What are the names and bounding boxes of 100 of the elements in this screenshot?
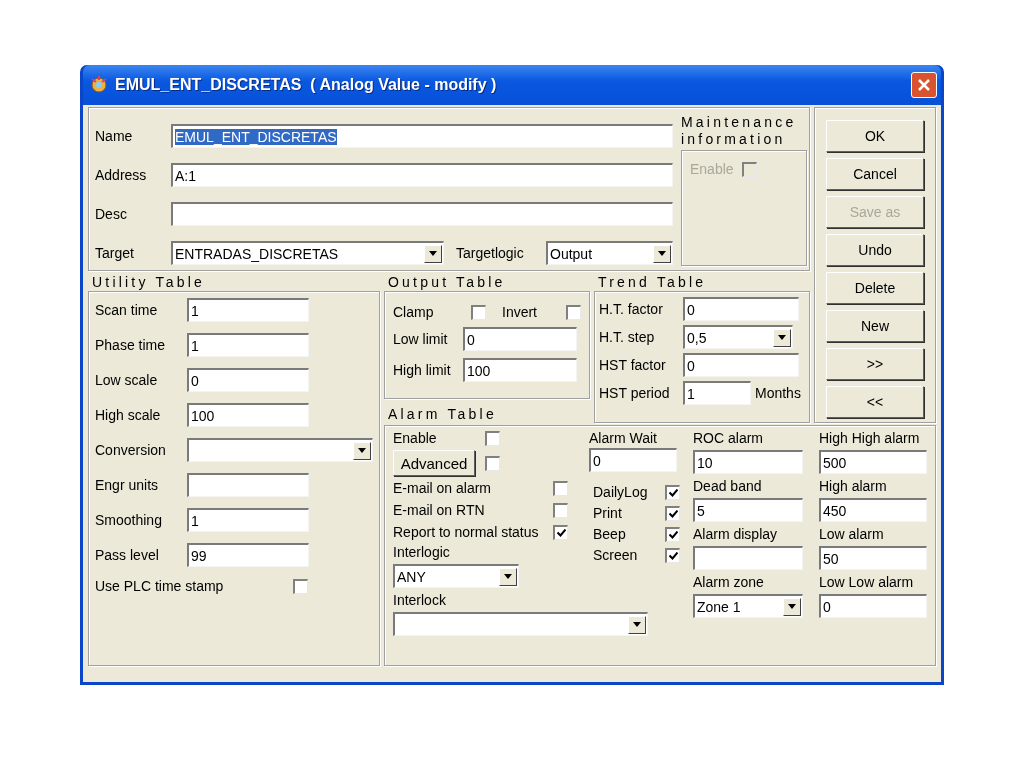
field-label: Clamp [393,304,435,320]
field-label: Low Low alarm [819,574,915,590]
field-label: Screen [593,547,639,563]
text-field[interactable]: 5 [693,498,803,522]
text-field[interactable]: 1 [187,298,309,322]
field-label: Pass level [95,547,160,563]
checkbox[interactable] [553,480,568,496]
text-field[interactable]: 10 [693,450,803,474]
checkbox[interactable] [566,304,581,320]
text-field[interactable]: 1 [683,381,751,405]
field-label: Enable [393,430,438,446]
field-label: HST factor [599,357,667,373]
text-field[interactable]: 1 [187,508,309,532]
text-field[interactable]: 0 [683,353,799,377]
field-label: Engr units [95,477,160,493]
dropdown-arrow-button[interactable] [424,244,442,263]
checkbox[interactable] [665,547,680,563]
dropdown[interactable] [393,612,648,636]
field-label: Interlogic [393,544,451,560]
dialog-button[interactable]: OK [826,120,924,152]
text-field[interactable]: 100 [463,358,577,382]
check-icon [668,551,678,560]
close-icon [917,78,931,92]
field-label: Conversion [95,442,167,458]
dropdown-arrow-button[interactable] [353,441,371,460]
text-field[interactable]: EMUL_ENT_DISCRETAS [171,124,673,148]
advanced-button[interactable]: Advanced [393,450,475,476]
checkbox[interactable] [553,502,568,518]
dropdown-arrow-button[interactable] [628,615,646,634]
dialog-button[interactable]: Undo [826,234,924,266]
dropdown[interactable]: ANY [393,564,519,588]
caret-icon [358,448,366,453]
dialog-button[interactable]: Delete [826,272,924,304]
text-field[interactable]: 50 [819,546,927,570]
field-label: Target [95,245,135,261]
checkbox[interactable] [665,526,680,542]
dropdown[interactable]: Output [546,241,673,265]
checkbox[interactable] [665,484,680,500]
text-field[interactable] [171,202,673,226]
checkbox[interactable] [471,304,486,320]
text-field[interactable]: 1 [187,333,309,357]
field-label: Low scale [95,372,159,388]
checkbox[interactable] [553,524,568,540]
check-icon [668,488,678,497]
text-field[interactable]: 0 [187,368,309,392]
group-title: Maintenance information [681,114,798,149]
checkbox[interactable] [665,505,680,521]
dropdown[interactable]: 0,5 [683,325,793,349]
text-field[interactable] [693,546,803,570]
text-field[interactable]: 0 [589,448,677,472]
dropdown[interactable]: ENTRADAS_DISCRETAS [171,241,444,265]
text-field[interactable]: 500 [819,450,927,474]
dialog-button[interactable]: New [826,310,924,342]
checkbox[interactable] [485,455,500,471]
group-title: Alarm Table [387,405,497,423]
field-label: Months [755,385,801,401]
text-field[interactable] [187,473,309,497]
text-field[interactable]: 0 [683,297,799,321]
dialog-button[interactable]: Cancel [826,158,924,190]
close-button[interactable] [911,72,937,98]
checkbox[interactable] [485,430,500,446]
group-title: Utility Table [91,273,206,291]
caret-icon [633,622,641,627]
field-label: Targetlogic [456,245,525,261]
field-label: Name [95,128,134,144]
text-field[interactable]: 0 [463,327,577,351]
app-icon [89,75,109,95]
field-label: Alarm Wait [589,430,658,446]
field-label: Address [95,167,148,183]
field-label: H.T. factor [599,301,664,317]
field-label: High High alarm [819,430,921,446]
dropdown-arrow-button[interactable] [783,597,801,616]
group-title: Trend Table [597,273,708,291]
field-label: DailyLog [593,484,649,500]
field-label: Interlock [393,592,447,608]
dropdown-arrow-button[interactable] [773,328,791,347]
dropdown-arrow-button[interactable] [653,244,671,263]
field-label: High scale [95,407,162,423]
text-field[interactable]: A:1 [171,163,673,187]
field-label: E-mail on alarm [393,480,493,496]
text-field[interactable]: 450 [819,498,927,522]
dialog-button[interactable]: >> [826,348,924,380]
check-icon [556,528,566,537]
field-label: High limit [393,362,452,378]
checkbox[interactable] [293,578,308,594]
dropdown[interactable]: Zone 1 [693,594,803,618]
text-field[interactable]: 0 [819,594,927,618]
caret-icon [504,574,512,579]
field-label: Enable [690,161,734,177]
caret-icon [778,335,786,340]
text-field[interactable]: 99 [187,543,309,567]
caret-icon [788,604,796,609]
caret-icon [658,251,666,256]
dropdown-arrow-button[interactable] [499,567,517,586]
text-field[interactable]: 100 [187,403,309,427]
field-label: Dead band [693,478,763,494]
field-label: Smoothing [95,512,163,528]
dropdown[interactable] [187,438,373,462]
dialog-button[interactable]: << [826,386,924,418]
field-label: E-mail on RTN [393,502,486,518]
